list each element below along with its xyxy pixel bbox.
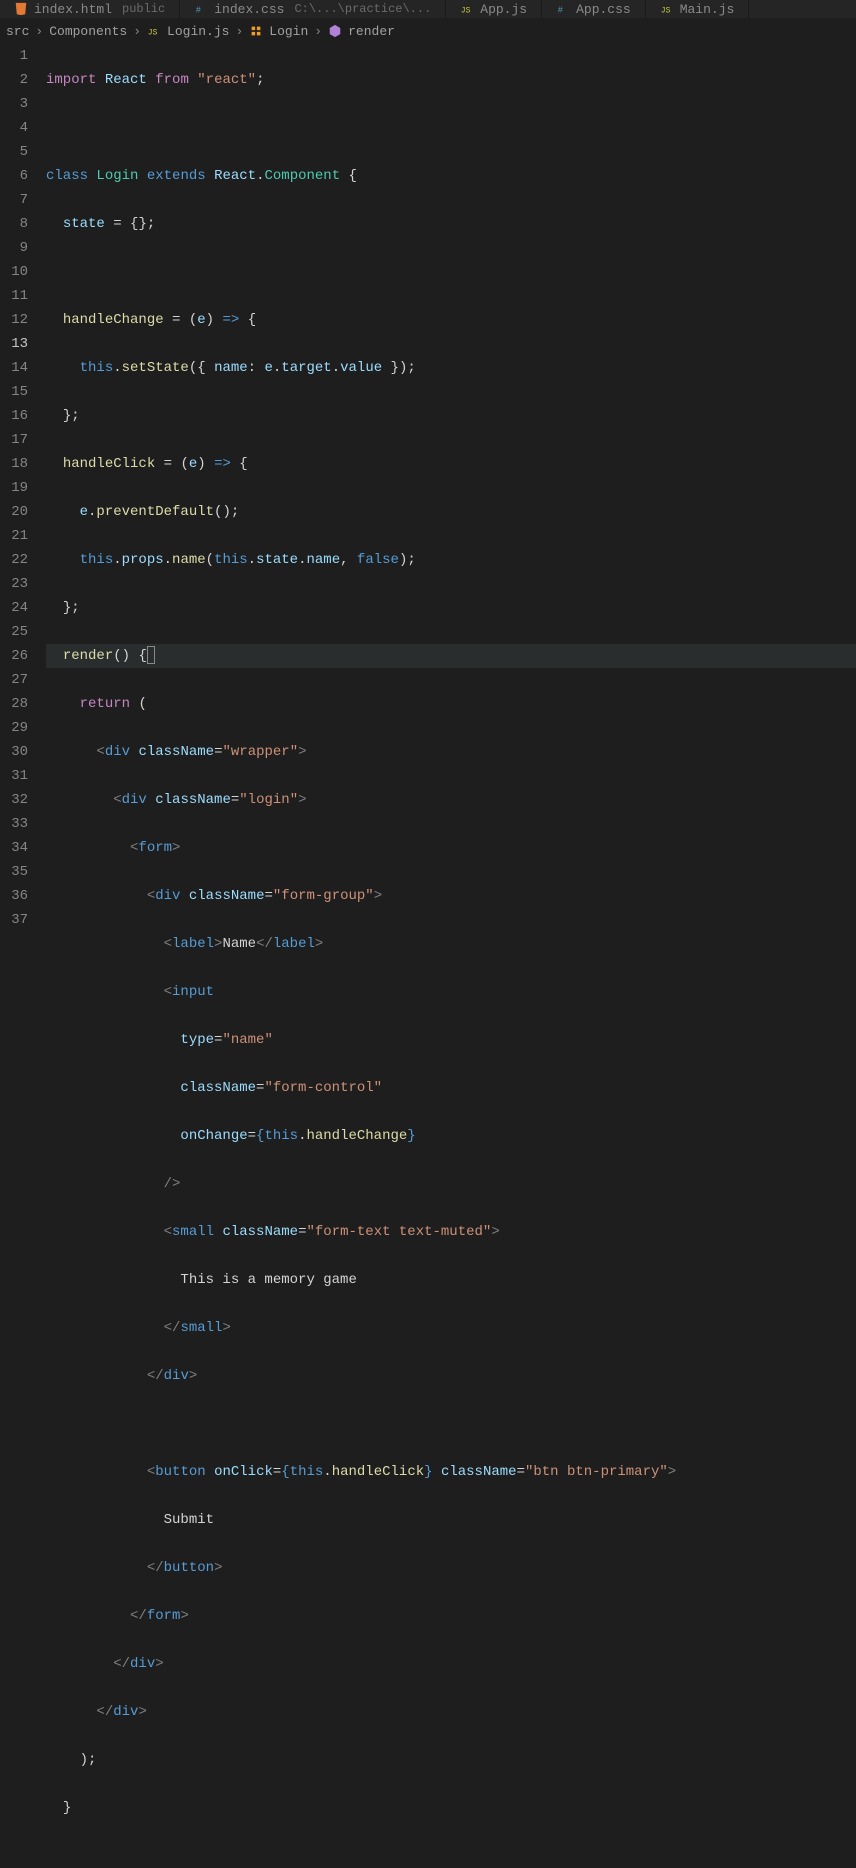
method-icon <box>328 24 342 38</box>
js-icon: JS <box>147 24 161 38</box>
tab-label: App.js <box>480 2 527 17</box>
tab-app-css[interactable]: # App.css <box>542 0 646 18</box>
chevron-right-icon: › <box>35 24 43 39</box>
js-icon: JS <box>460 2 474 16</box>
cursor <box>147 646 155 664</box>
svg-text:JS: JS <box>148 29 158 38</box>
tab-label: index.css <box>214 2 284 17</box>
tab-label: index.html <box>34 2 112 17</box>
tab-index-css[interactable]: # index.css C:\...\practice\... <box>180 0 446 18</box>
css-icon: # <box>194 2 208 16</box>
tab-bar: index.html public # index.css C:\...\pra… <box>0 0 856 18</box>
code-content[interactable]: import React from "react"; class Login e… <box>46 44 856 935</box>
tab-label: App.css <box>576 2 631 17</box>
svg-text:#: # <box>558 6 563 16</box>
class-icon <box>249 24 263 38</box>
tab-label: Main.js <box>680 2 735 17</box>
line-number-gutter: 1234567891011121314151617181920212223242… <box>0 44 46 935</box>
breadcrumb-item[interactable]: Login <box>269 24 308 39</box>
svg-text:JS: JS <box>661 7 671 16</box>
breadcrumb[interactable]: src › Components › JS Login.js › Login ›… <box>0 18 856 44</box>
breadcrumb-item[interactable]: Login.js <box>167 24 229 39</box>
html-icon <box>14 2 28 16</box>
svg-text:#: # <box>196 6 201 16</box>
tab-main-js[interactable]: JS Main.js <box>646 0 750 18</box>
breadcrumb-item[interactable]: Components <box>49 24 127 39</box>
tab-sublabel: C:\...\practice\... <box>294 2 431 16</box>
css-icon: # <box>556 2 570 16</box>
svg-text:JS: JS <box>461 7 471 16</box>
chevron-right-icon: › <box>314 24 322 39</box>
tab-app-js[interactable]: JS App.js <box>446 0 542 18</box>
chevron-right-icon: › <box>235 24 243 39</box>
breadcrumb-item[interactable]: render <box>348 24 395 39</box>
breadcrumb-item[interactable]: src <box>6 24 29 39</box>
tab-index-html[interactable]: index.html public <box>0 0 180 18</box>
tab-sublabel: public <box>122 2 165 16</box>
js-icon: JS <box>660 2 674 16</box>
chevron-right-icon: › <box>133 24 141 39</box>
code-editor[interactable]: 1234567891011121314151617181920212223242… <box>0 44 856 935</box>
